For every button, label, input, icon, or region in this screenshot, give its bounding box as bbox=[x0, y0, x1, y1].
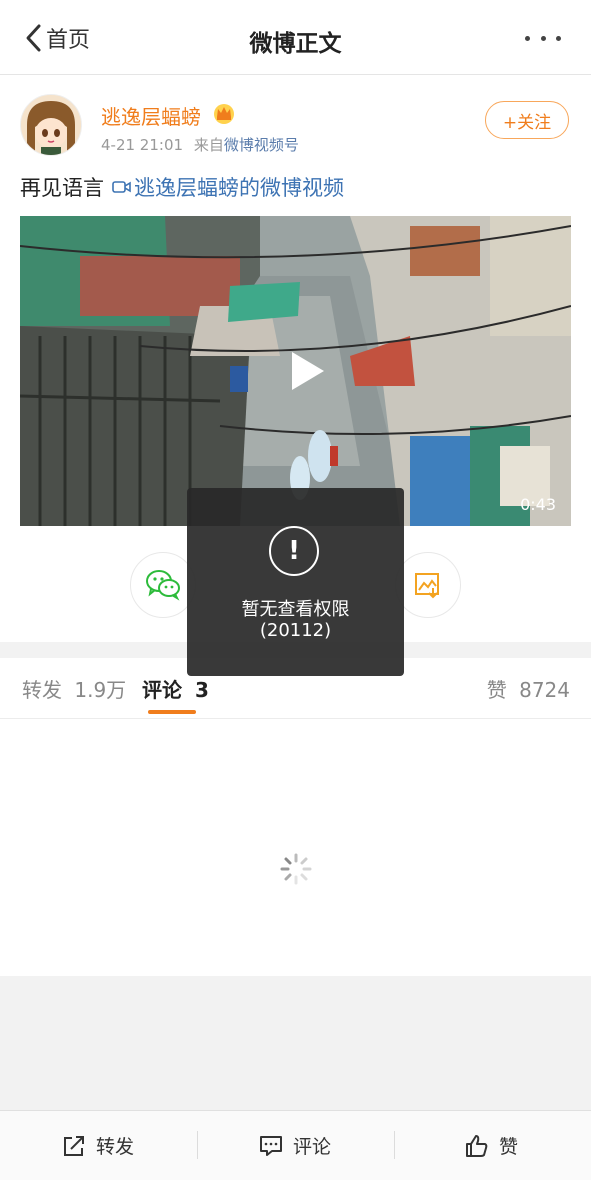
post-source[interactable]: 微博视频号 bbox=[224, 136, 299, 154]
tab-reposts[interactable]: 转发 1.9万 bbox=[22, 674, 126, 703]
author-name[interactable]: 逃逸层蝠螃 bbox=[101, 101, 201, 130]
tab-comments-count: 3 bbox=[194, 678, 209, 702]
more-dot bbox=[540, 35, 546, 41]
alert-icon: ! bbox=[269, 526, 319, 576]
bottom-separator bbox=[394, 1131, 395, 1159]
thumbs-up-icon bbox=[466, 1134, 488, 1157]
repost-icon bbox=[64, 1135, 84, 1156]
tab-likes[interactable]: 赞 8724 bbox=[487, 674, 570, 703]
repost-label: 转发 bbox=[96, 1136, 135, 1158]
save-image-button[interactable] bbox=[395, 552, 461, 618]
active-tab-indicator bbox=[148, 710, 196, 714]
like-label: 赞 bbox=[499, 1136, 519, 1158]
comment-label: 评论 bbox=[293, 1136, 332, 1158]
tab-likes-label: 赞 bbox=[486, 678, 507, 702]
source-prefix: 来自 bbox=[193, 136, 224, 154]
wechat-icon bbox=[146, 570, 180, 601]
nav-bar: 首页 微博正文 bbox=[0, 0, 591, 75]
like-button[interactable]: 赞 bbox=[465, 1111, 518, 1180]
comment-button[interactable]: 评论 bbox=[259, 1111, 331, 1180]
tab-reposts-label: 转发 bbox=[22, 678, 62, 702]
comment-icon bbox=[260, 1135, 282, 1156]
tab-comments[interactable]: 评论 3 bbox=[142, 674, 209, 703]
toast-message: 暂无查看权限 bbox=[241, 599, 350, 620]
toast-error-code: (20112) bbox=[259, 620, 332, 641]
video-link-label: 逃逸层蝠螃的微博视频 bbox=[134, 176, 344, 200]
more-button[interactable] bbox=[525, 28, 561, 48]
page-title: 微博正文 bbox=[249, 31, 342, 57]
video-link[interactable]: 逃逸层蝠螃的微博视频 bbox=[112, 172, 344, 202]
tab-reposts-count: 1.9万 bbox=[74, 678, 127, 702]
error-toast: ! 暂无查看权限 (20112) bbox=[187, 488, 404, 676]
tab-comments-label: 评论 bbox=[142, 678, 182, 702]
tab-likes-count: 8724 bbox=[519, 678, 570, 702]
follow-button[interactable]: +关注 bbox=[485, 101, 569, 139]
play-icon[interactable] bbox=[280, 346, 330, 396]
post-text: 再见语言 逃逸层蝠螃的微博视频 bbox=[20, 172, 344, 202]
save-image-icon bbox=[415, 573, 439, 599]
video-player[interactable]: 0:43 bbox=[20, 216, 571, 526]
more-dot bbox=[556, 35, 561, 41]
bottom-action-bar: 转发 评论 赞 bbox=[0, 1110, 591, 1180]
post-time: 4-21 21:01 bbox=[101, 136, 184, 154]
more-dots-icon bbox=[525, 35, 530, 41]
repost-button[interactable]: 转发 bbox=[62, 1111, 134, 1180]
loading-spinner-icon bbox=[280, 853, 312, 885]
post-meta: 4-21 21:01 来自微博视频号 bbox=[101, 134, 299, 155]
avatar[interactable] bbox=[20, 94, 82, 156]
post-body: 再见语言 bbox=[20, 176, 104, 200]
crown-icon bbox=[212, 101, 236, 125]
empty-area bbox=[0, 976, 591, 1110]
video-duration: 0:43 bbox=[520, 495, 556, 514]
video-camera-icon bbox=[112, 181, 131, 193]
bottom-separator bbox=[197, 1131, 198, 1159]
